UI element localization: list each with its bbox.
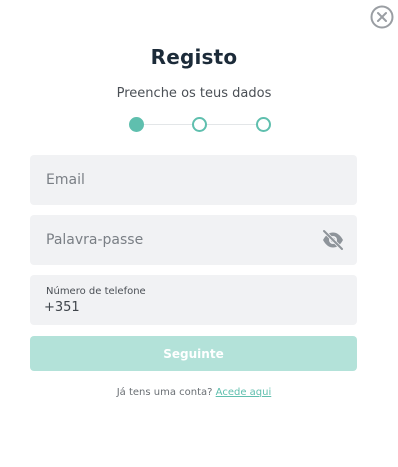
eye-off-icon: [322, 229, 344, 251]
close-button[interactable]: [370, 5, 394, 29]
phone-field-label: Número de telefone: [46, 286, 146, 297]
phone-field-container[interactable]: Número de telefone +351: [30, 275, 357, 325]
password-field-container: [30, 215, 357, 265]
login-prompt-text: Já tens uma conta?: [116, 387, 213, 398]
toggle-password-visibility-button[interactable]: [321, 229, 345, 251]
next-button[interactable]: Seguinte: [30, 336, 357, 371]
password-field[interactable]: [30, 215, 357, 265]
progress-stepper: [129, 117, 271, 133]
dialog-title: Registo: [150, 45, 238, 69]
email-field[interactable]: [30, 155, 357, 205]
step-2-indicator: [192, 117, 207, 132]
registration-dialog: Registo Preenche os teus dados Número de…: [0, 0, 398, 467]
email-field-container: [30, 155, 357, 205]
login-prompt: Já tens uma conta? Acede aqui: [0, 387, 388, 398]
dialog-subtitle: Preenche os teus dados: [116, 86, 272, 101]
step-connector: [206, 124, 256, 125]
phone-field-value: +351: [44, 300, 80, 315]
step-connector: [142, 124, 192, 125]
close-icon: [370, 5, 394, 29]
step-1-indicator: [129, 117, 144, 132]
login-link[interactable]: Acede aqui: [216, 387, 272, 398]
step-3-indicator: [256, 117, 271, 132]
